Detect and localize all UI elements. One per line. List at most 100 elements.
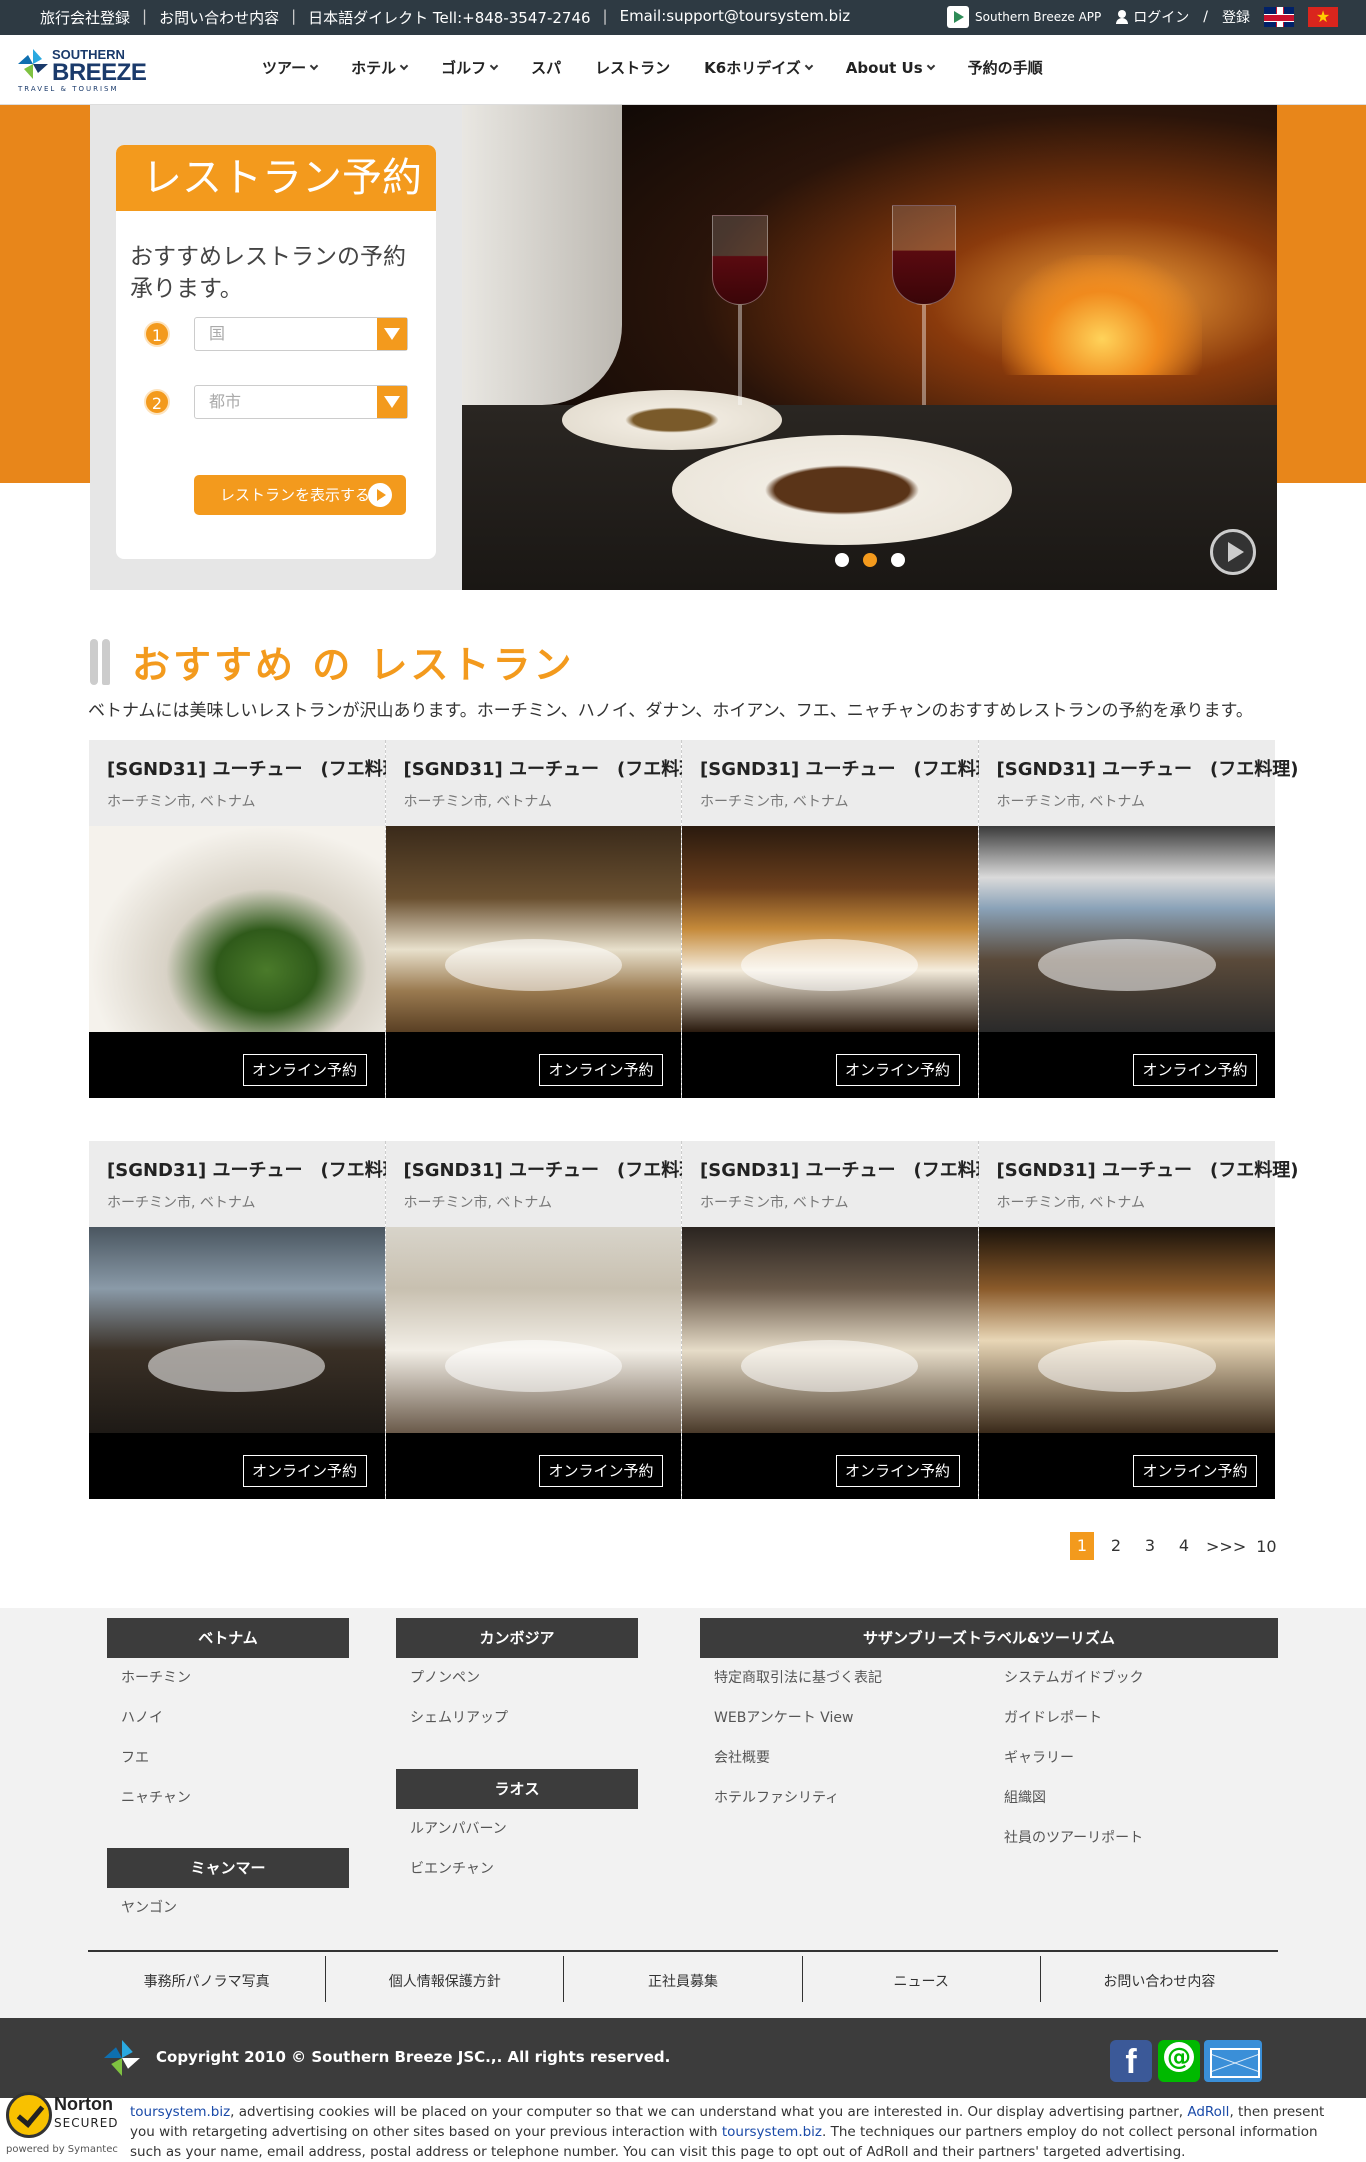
footer-link[interactable]: ギャラリー <box>990 1738 1278 1778</box>
login-link[interactable]: ログイン <box>1115 7 1189 27</box>
footer-link[interactable]: プノンペン <box>396 1658 638 1698</box>
footer-link[interactable]: WEBアンケート View <box>700 1698 990 1738</box>
restaurant-photo[interactable] <box>385 826 681 1032</box>
restaurant-photo[interactable] <box>385 1227 681 1433</box>
line-icon[interactable] <box>1158 2040 1200 2082</box>
nav-spa[interactable]: スパ <box>514 57 578 78</box>
email-link[interactable]: Email:support@toursystem.biz <box>608 7 863 28</box>
footer-link[interactable]: システムガイドブック <box>990 1658 1278 1698</box>
page-last-link[interactable]: 10 <box>1256 1537 1276 1556</box>
online-booking-button[interactable]: オンライン予約 <box>539 1455 663 1487</box>
google-play-icon <box>947 6 970 28</box>
mail-icon[interactable] <box>1204 2040 1262 2082</box>
dropdown-arrow-icon <box>377 386 407 418</box>
domain-link[interactable]: toursystem.biz <box>722 2124 822 2140</box>
restaurant-name[interactable]: [SGND31] ユーチュー (フエ料理) <box>404 755 706 781</box>
footer-bottom-link[interactable]: 正社員募集 <box>564 1956 803 2002</box>
footer-bottom-link[interactable]: 事務所パノラマ写真 <box>88 1956 327 2002</box>
restaurant-photo[interactable] <box>682 1227 978 1433</box>
slider-dot-active[interactable] <box>862 553 877 567</box>
restaurant-photo[interactable] <box>682 826 978 1032</box>
page-link[interactable]: 4 <box>1172 1532 1196 1560</box>
footer-link[interactable]: 社員のツアーリポート <box>990 1818 1278 1858</box>
page-link[interactable]: 3 <box>1138 1532 1162 1560</box>
restaurant-card[interactable]: [SGND31] ユーチュー (フエ料理) ホーチミン市, ベトナム オンライン… <box>385 1141 706 1499</box>
footer-link[interactable]: ルアンパバーン <box>396 1809 638 1849</box>
page-link[interactable]: 2 <box>1104 1532 1128 1560</box>
nav-about-us[interactable]: About Us <box>829 57 951 78</box>
restaurant-name[interactable]: [SGND31] ユーチュー (フエ料理) <box>404 1156 706 1182</box>
footer-link[interactable]: ホテルファシリティ <box>700 1778 990 1818</box>
app-link[interactable]: Southern Breeze APP <box>947 6 1101 28</box>
slider-next-arrow-icon[interactable] <box>1210 529 1256 575</box>
restaurant-name[interactable]: [SGND31] ユーチュー (フエ料理) <box>700 755 1002 781</box>
footer-link[interactable]: 特定商取引法に基づく表記 <box>700 1658 990 1698</box>
restaurant-photo[interactable] <box>978 826 1275 1032</box>
restaurant-card[interactable]: [SGND31] ユーチュー (フエ料理) ホーチミン市, ベトナム オンライン… <box>89 1141 409 1499</box>
agency-register-link[interactable]: 旅行会社登録 <box>28 7 142 28</box>
page-link-current[interactable]: 1 <box>1070 1532 1094 1560</box>
restaurant-card[interactable]: [SGND31] ユーチュー (フエ料理) ホーチミン市, ベトナム オンライン… <box>89 740 409 1098</box>
slider-dot[interactable] <box>890 553 905 567</box>
table-decor <box>1037 1340 1216 1392</box>
restaurant-name[interactable]: [SGND31] ユーチュー (フエ料理) <box>700 1156 1002 1182</box>
restaurant-photo[interactable] <box>89 826 385 1032</box>
restaurant-name[interactable]: [SGND31] ユーチュー (フエ料理) <box>107 1156 409 1182</box>
domain-link[interactable]: toursystem.biz <box>130 2104 230 2120</box>
norton-secured-badge[interactable]: Norton SECURED powered by Symantec <box>4 2084 132 2158</box>
online-booking-button[interactable]: オンライン予約 <box>1133 1054 1257 1086</box>
online-booking-button[interactable]: オンライン予約 <box>242 1054 367 1086</box>
footer-bottom-link[interactable]: 個人情報保護方針 <box>326 1956 565 2002</box>
footer-link[interactable]: ニャチャン <box>107 1778 349 1818</box>
restaurant-card[interactable]: [SGND31] ユーチュー (フエ料理) ホーチミン市, ベトナム オンライン… <box>682 1141 1002 1499</box>
footer-link[interactable]: ハノイ <box>107 1698 349 1738</box>
footer-link[interactable]: ヤンゴン <box>107 1888 349 1928</box>
restaurant-card[interactable]: [SGND31] ユーチュー (フエ料理) ホーチミン市, ベトナム オンライン… <box>682 740 1002 1098</box>
online-booking-button[interactable]: オンライン予約 <box>835 1054 960 1086</box>
online-booking-button[interactable]: オンライン予約 <box>835 1455 960 1487</box>
page-next-link[interactable]: >>> <box>1206 1537 1246 1556</box>
nav-booking-steps[interactable]: 予約の手順 <box>951 57 1060 78</box>
logo[interactable]: SOUTHERN BREEZE TRAVEL & TOURISM <box>18 43 148 95</box>
restaurant-location: ホーチミン市, ベトナム <box>403 794 552 810</box>
restaurant-card[interactable]: [SGND31] ユーチュー (フエ料理) ホーチミン市, ベトナム オンライン… <box>385 740 706 1098</box>
nav-tour[interactable]: ツアー <box>245 57 334 78</box>
footer-link[interactable]: フエ <box>107 1738 349 1778</box>
slider-dot[interactable] <box>834 553 849 567</box>
footer-bottom-link[interactable]: ニュース <box>803 1956 1041 2002</box>
footer-link[interactable]: 会社概要 <box>700 1738 990 1778</box>
nav-golf[interactable]: ゴルフ <box>424 57 514 78</box>
register-link[interactable]: 登録 <box>1222 7 1250 27</box>
restaurant-card[interactable]: [SGND31] ユーチュー (フエ料理) ホーチミン市, ベトナム オンライン… <box>978 740 1299 1098</box>
country-select[interactable]: 国 <box>194 317 408 351</box>
contact-link[interactable]: お問い合わせ内容 <box>147 7 291 28</box>
nav-hotel[interactable]: ホテル <box>334 57 424 78</box>
footer-bottom-link[interactable]: お問い合わせ内容 <box>1041 1956 1278 2002</box>
facebook-icon[interactable]: f <box>1110 2040 1152 2082</box>
nav-restaurant[interactable]: レストラン <box>578 57 687 78</box>
city-select[interactable]: 都市 <box>194 385 408 419</box>
footer-link[interactable]: ホーチミン <box>107 1658 349 1698</box>
footer-link[interactable]: 組織図 <box>990 1778 1278 1818</box>
show-restaurants-button[interactable]: レストランを表示する <box>194 475 406 515</box>
checkmark-icon <box>6 2092 52 2138</box>
restaurant-photo[interactable] <box>89 1227 385 1433</box>
restaurant-name[interactable]: [SGND31] ユーチュー (フエ料理) <box>997 1156 1299 1182</box>
online-booking-button[interactable]: オンライン予約 <box>1133 1455 1257 1487</box>
restaurant-location: ホーチミン市, ベトナム <box>996 794 1145 810</box>
chevron-down-icon <box>489 61 499 70</box>
restaurant-photo[interactable] <box>978 1227 1275 1433</box>
footer-link[interactable]: シェムリアップ <box>396 1698 638 1738</box>
restaurant-name[interactable]: [SGND31] ユーチュー (フエ料理) <box>107 755 409 781</box>
uk-flag-icon[interactable] <box>1264 7 1294 27</box>
nav-k6-holidays[interactable]: K6ホリデイズ <box>687 57 829 78</box>
footer-link[interactable]: ガイドレポート <box>990 1698 1278 1738</box>
footer-link[interactable]: ビエンチャン <box>396 1849 638 1889</box>
online-booking-button[interactable]: オンライン予約 <box>539 1054 663 1086</box>
online-booking-button[interactable]: オンライン予約 <box>242 1455 367 1487</box>
restaurant-card[interactable]: [SGND31] ユーチュー (フエ料理) ホーチミン市, ベトナム オンライン… <box>978 1141 1299 1499</box>
vietnam-flag-icon[interactable]: ★ <box>1308 7 1338 27</box>
restaurant-name[interactable]: [SGND31] ユーチュー (フエ料理) <box>997 755 1299 781</box>
adroll-link[interactable]: AdRoll <box>1187 2104 1229 2120</box>
nav-label: K6ホリデイズ <box>704 59 801 77</box>
